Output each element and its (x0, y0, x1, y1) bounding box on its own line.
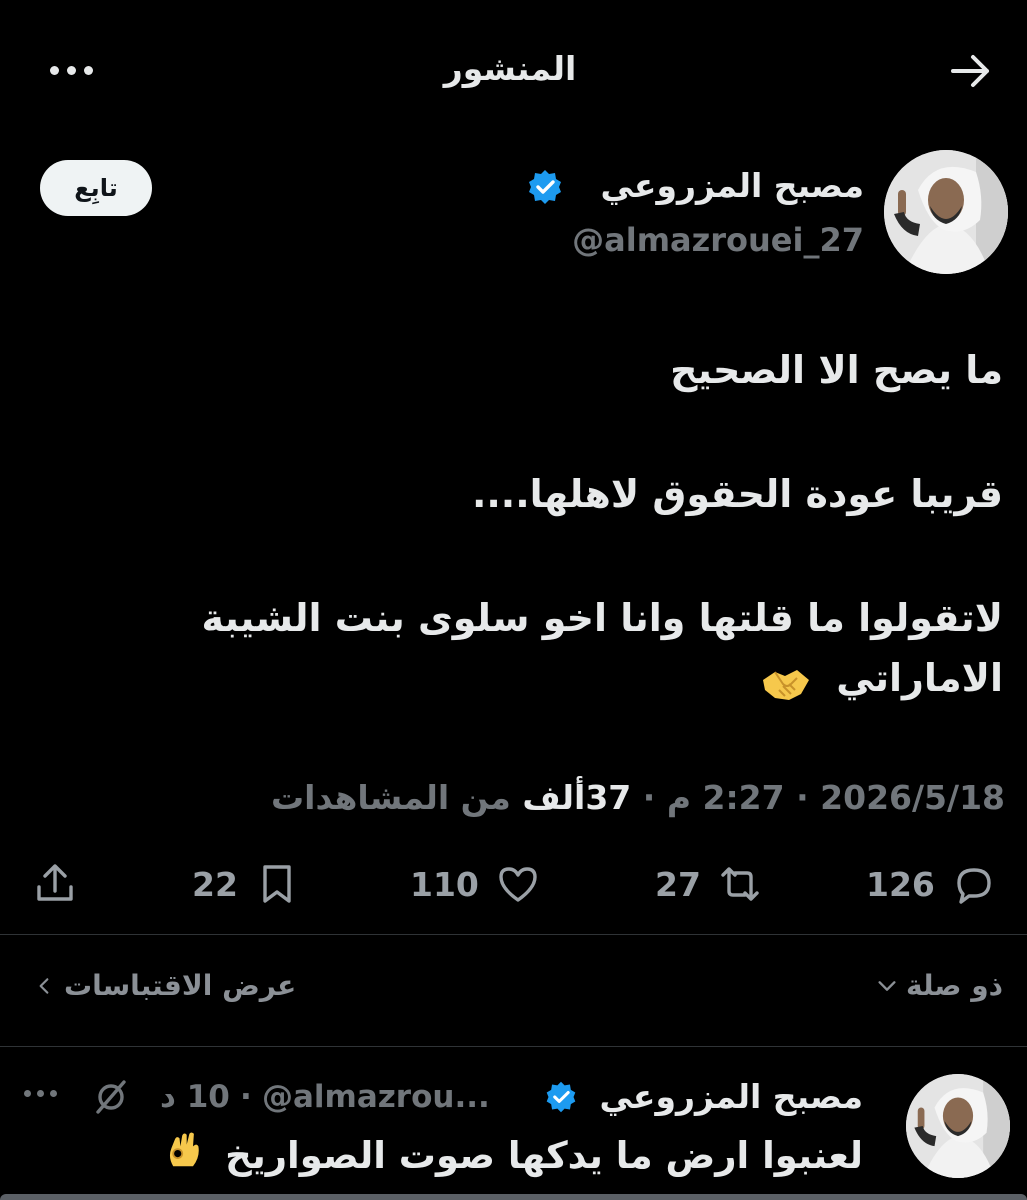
author-avatar[interactable] (884, 150, 1008, 274)
meta-separator: · (796, 778, 809, 817)
views-count[interactable]: 37ألف (522, 778, 631, 817)
more-dot (67, 65, 76, 75)
relevance-sort-dropdown[interactable]: ذو صلة (876, 962, 1003, 1010)
post-date: 2026/5/18 (820, 778, 1005, 817)
reply-time[interactable]: 10 د (160, 1072, 230, 1122)
meta-separator: · (642, 778, 656, 817)
verified-badge-icon (544, 1080, 578, 1114)
chevron-down-icon (878, 981, 896, 991)
reply-author-avatar[interactable] (906, 1074, 1010, 1178)
bookmark-icon (263, 865, 291, 903)
grok-icon[interactable] (92, 1078, 130, 1116)
share-icon (37, 864, 73, 901)
reply-button[interactable]: 126 (866, 856, 997, 912)
avatar-image (884, 150, 1008, 274)
bookmark-count: 22 (192, 864, 238, 904)
reply-count: 126 (866, 864, 935, 904)
divider (0, 1046, 1027, 1047)
post-text-line: لاتقولوا ما قلتها وانا اخو سلوى بنت الشي… (201, 596, 1003, 640)
post-meta: 2026/5/18 · 2:27 م · 37ألف من المشاهدات (271, 774, 1005, 822)
repost-icon (721, 867, 759, 901)
back-button[interactable] (945, 46, 995, 96)
follow-button[interactable]: تابِع (40, 160, 152, 216)
heart-icon (499, 867, 537, 902)
more-dot (24, 1090, 31, 1097)
verified-badge-icon (526, 168, 564, 206)
more-dot (37, 1090, 44, 1097)
share-button[interactable] (32, 856, 78, 912)
post-text-line: قريبا عودة الحقوق لاهلها.... (471, 472, 1003, 516)
views-label: من المشاهدات (270, 778, 511, 817)
author-handle[interactable]: @almazrouei_27 (572, 216, 864, 264)
next-card-edge (0, 1194, 1027, 1200)
avatar-image (906, 1074, 1010, 1178)
post-text-line-with-emoji: الاماراتي (761, 648, 1003, 708)
more-dot (84, 65, 93, 75)
more-dot (50, 65, 59, 75)
more-dot (50, 1090, 57, 1097)
meta-separator: · (240, 1079, 252, 1115)
ok-hand-emoji-icon (166, 1130, 202, 1186)
post-text-line: ما يصح الا الصحيح (670, 348, 1003, 392)
page-title: المنشور (443, 49, 577, 88)
chevron-left-icon (39, 978, 49, 994)
view-quotes-link[interactable]: عرض الاقتباسات (34, 962, 296, 1010)
like-count: 110 (410, 864, 479, 904)
more-options-button[interactable] (50, 58, 102, 82)
repost-button[interactable]: 27 (655, 856, 763, 912)
handshake-emoji-icon (761, 661, 811, 701)
reply-text: لعنبوا ارض ما يدكها صوت الصواريخ (166, 1128, 863, 1186)
reply-text-body: لعنبوا ارض ما يدكها صوت الصواريخ (225, 1134, 863, 1177)
reply-more-button[interactable] (24, 1090, 57, 1097)
author-name[interactable]: مصبح المزروعي (601, 160, 864, 212)
post-text-line: الاماراتي (836, 656, 1003, 700)
like-button[interactable]: 110 (410, 856, 541, 912)
divider (0, 934, 1027, 935)
bookmark-button[interactable]: 22 (192, 856, 300, 912)
repost-count: 27 (655, 864, 701, 904)
reply-icon (957, 868, 991, 904)
reply-author-handle[interactable]: @almazrou... (262, 1072, 490, 1122)
view-quotes-label: عرض الاقتباسات (64, 969, 297, 1002)
relevance-label: ذو صلة (906, 969, 1003, 1002)
reply-author-name[interactable]: مصبح المزروعي (600, 1072, 863, 1122)
arrow-right-icon (951, 55, 989, 87)
post-time: 2:27 م (666, 778, 785, 817)
